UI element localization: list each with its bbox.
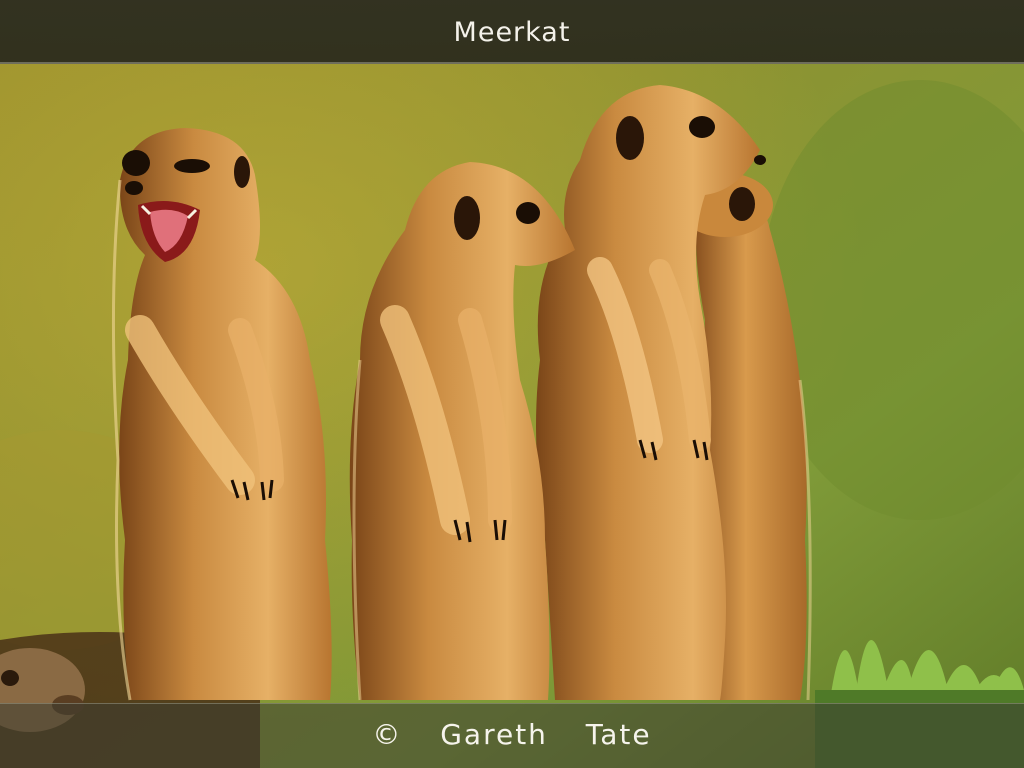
meerkat-photo <box>0 0 1024 768</box>
photo-viewer: Meerkat © Gareth Tate <box>0 0 1024 768</box>
title-bar: Meerkat <box>0 0 1024 64</box>
caption-bar: © Gareth Tate <box>0 703 1024 768</box>
page-title: Meerkat <box>453 16 571 48</box>
photo-credit: © Gareth Tate <box>372 717 652 751</box>
